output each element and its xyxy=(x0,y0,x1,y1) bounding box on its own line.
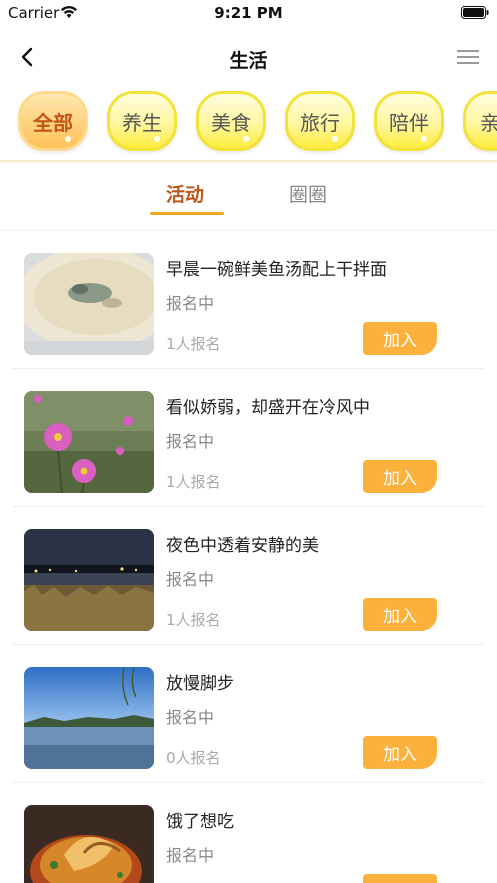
list-item[interactable]: 放慢脚步 报名中 0人报名 加入 xyxy=(0,645,497,783)
activity-title: 夜色中透着安静的美 xyxy=(166,536,319,556)
list-item[interactable]: 看似娇弱，却盛开在冷风中 报名中 1人报名 加入 xyxy=(0,369,497,507)
activity-status: 报名中 xyxy=(166,432,215,451)
activity-title: 看似娇弱，却盛开在冷风中 xyxy=(166,398,370,418)
chicken-dish-image xyxy=(24,805,154,883)
tab-active-indicator xyxy=(150,212,224,215)
activity-status: 报名中 xyxy=(166,846,215,865)
list-item[interactable]: 早晨一碗鲜美鱼汤配上干拌面 报名中 1人报名 加入 xyxy=(0,231,497,369)
activity-title: 放慢脚步 xyxy=(166,674,234,694)
battery-icon xyxy=(461,6,489,19)
activity-status: 报名中 xyxy=(166,570,215,589)
join-button[interactable]: 加入 xyxy=(363,322,437,355)
fish-soup-image xyxy=(24,253,154,355)
category-chip-health[interactable]: 养生 xyxy=(107,91,177,151)
tab-bar: 活动 圈圈 xyxy=(0,172,497,220)
category-chip-label: 陪伴 xyxy=(389,110,429,135)
category-strip: 全部 养生 美食 旅行 陪伴 亲 xyxy=(0,86,497,162)
activity-title: 饿了想吃 xyxy=(166,812,234,832)
activity-status: 报名中 xyxy=(166,708,215,727)
tab-circles[interactable]: 圈圈 xyxy=(289,180,327,207)
category-chip-label: 养生 xyxy=(122,110,162,135)
category-chip-food[interactable]: 美食 xyxy=(196,91,266,151)
category-divider xyxy=(0,160,497,164)
category-chip-family[interactable]: 亲 xyxy=(463,91,497,151)
signup-count: 1人报名 xyxy=(166,473,221,491)
navigation-bar: 生活 xyxy=(0,36,497,80)
category-chip-all[interactable]: 全部 xyxy=(18,91,88,151)
hamburger-menu-icon[interactable] xyxy=(457,48,479,66)
signup-count: 0人报名 xyxy=(166,749,221,767)
category-chip-label: 亲 xyxy=(480,110,497,135)
category-chip-label: 美食 xyxy=(211,110,251,135)
lake-sky-image xyxy=(24,667,154,769)
signup-count: 1人报名 xyxy=(166,335,221,353)
clock-time: 9:21 PM xyxy=(214,4,283,22)
list-item[interactable]: 夜色中透着安静的美 报名中 1人报名 加入 xyxy=(0,507,497,645)
status-bar: Carrier 9:21 PM xyxy=(0,0,497,28)
category-chip-companion[interactable]: 陪伴 xyxy=(374,91,444,151)
night-lake-image xyxy=(24,529,154,631)
category-chip-travel[interactable]: 旅行 xyxy=(285,91,355,151)
join-button[interactable]: 加入 xyxy=(363,736,437,769)
category-chip-label: 旅行 xyxy=(300,110,340,135)
page-title: 生活 xyxy=(229,50,268,72)
join-button[interactable]: 加入 xyxy=(363,874,437,883)
join-button[interactable]: 加入 xyxy=(363,460,437,493)
cosmos-flower-image xyxy=(24,391,154,493)
category-chip-label: 全部 xyxy=(33,110,73,135)
activity-status: 报名中 xyxy=(166,294,215,313)
tab-activities[interactable]: 活动 xyxy=(166,180,204,207)
list-item[interactable]: 饿了想吃 报名中 加入 xyxy=(0,783,497,883)
signup-count: 1人报名 xyxy=(166,611,221,629)
join-button[interactable]: 加入 xyxy=(363,598,437,631)
activity-title: 早晨一碗鲜美鱼汤配上干拌面 xyxy=(166,260,387,280)
